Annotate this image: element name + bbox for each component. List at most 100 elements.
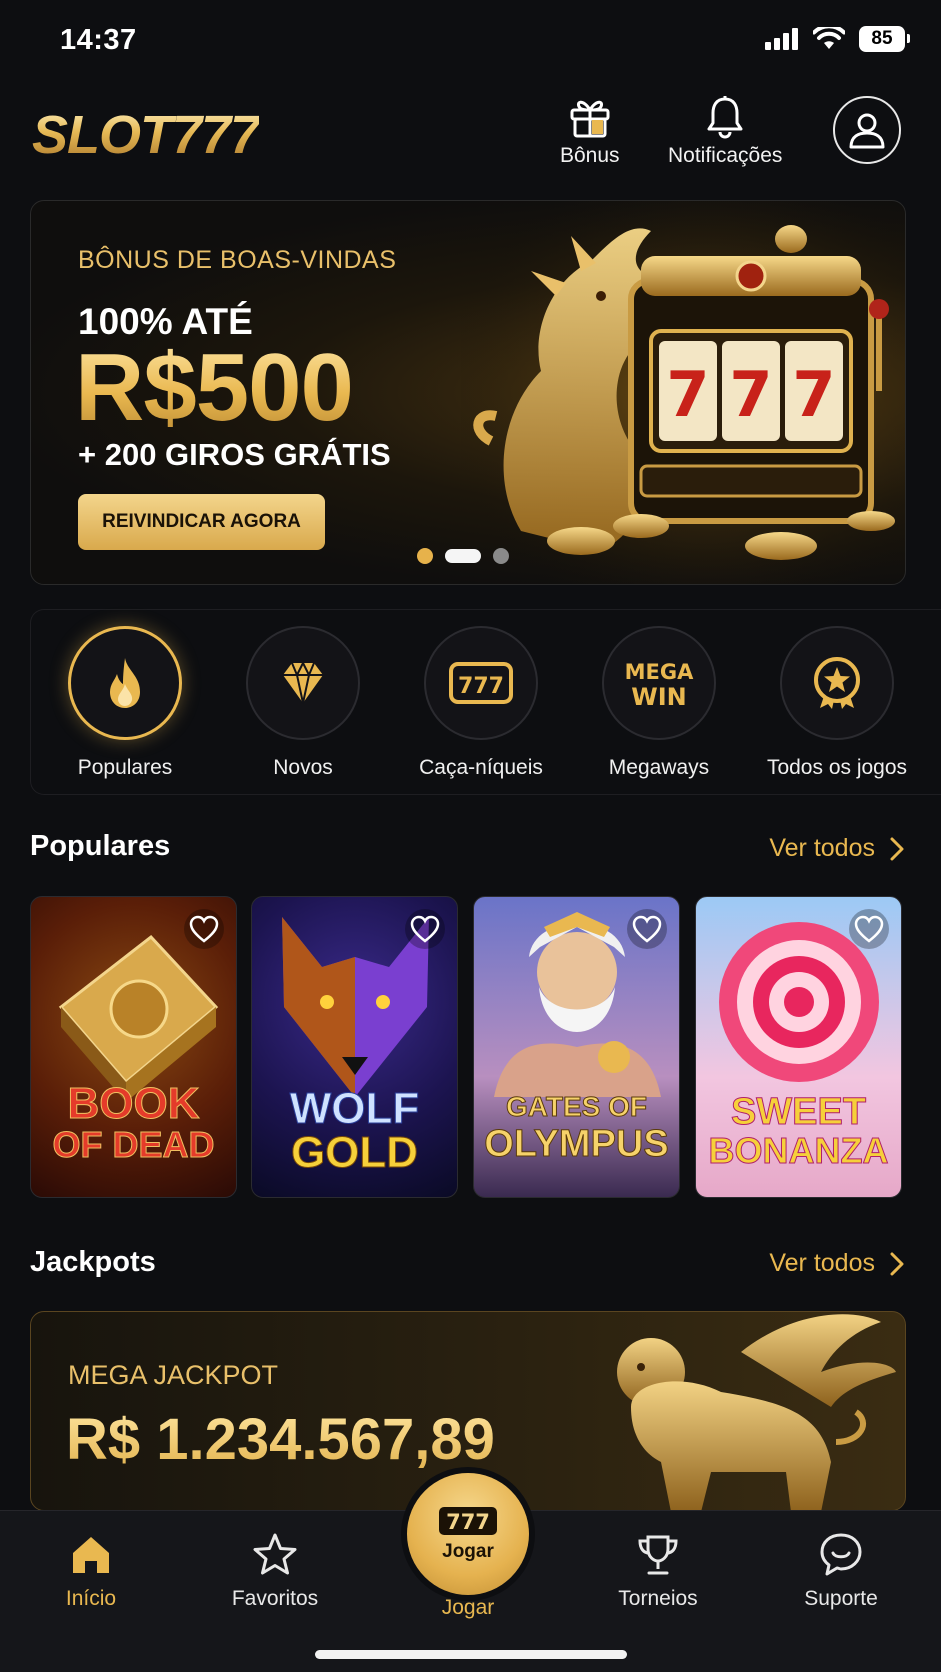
banner-kicker: BÔNUS DE BOAS-VINDAS bbox=[78, 246, 397, 274]
favorite-button[interactable] bbox=[849, 909, 889, 949]
griffin-statue-illustration bbox=[617, 1314, 896, 1510]
jackpot-value: R$ 1.234.567,89 bbox=[66, 1407, 495, 1472]
flame-icon bbox=[110, 658, 140, 708]
category-todos-os-jogos[interactable]: Todos os jogos bbox=[747, 626, 927, 780]
game-title-top: WOLF bbox=[289, 1084, 420, 1133]
popular-see-all-link[interactable]: Ver todos bbox=[769, 834, 905, 863]
favorite-button[interactable] bbox=[627, 909, 667, 949]
game-title-bottom: GOLD bbox=[290, 1128, 419, 1177]
category-label: Megaways bbox=[608, 756, 710, 779]
wifi-icon bbox=[813, 27, 845, 49]
gift-icon bbox=[570, 100, 610, 138]
heart-icon bbox=[854, 915, 884, 943]
slot-777-icon: 777 bbox=[439, 1507, 497, 1535]
banner-pagination[interactable] bbox=[417, 548, 509, 564]
category-label: Todos os jogos bbox=[766, 756, 908, 779]
game-title-top: SWEET bbox=[730, 1091, 867, 1133]
battery-indicator: 85 bbox=[859, 26, 910, 52]
popular-games-row: BOOK OF DEAD WOLF GOLD GATES OF OLYMPUS … bbox=[30, 896, 941, 1198]
game-card-book-of-dead[interactable]: BOOK OF DEAD bbox=[30, 896, 237, 1198]
heart-icon bbox=[632, 915, 662, 943]
game-title-bottom: BONANZA bbox=[708, 1130, 889, 1171]
home-icon bbox=[73, 1537, 109, 1573]
bonus-label: Bônus bbox=[560, 144, 620, 167]
tab-torneios[interactable]: Torneios bbox=[588, 1531, 728, 1611]
game-card-wolf-gold[interactable]: WOLF GOLD bbox=[251, 896, 458, 1198]
user-icon bbox=[849, 113, 885, 149]
notifications-label: Notificações bbox=[668, 144, 783, 167]
jackpots-section-title: Jackpots bbox=[30, 1246, 156, 1278]
category-label: Caça-níqueis bbox=[419, 756, 543, 779]
signal-icon bbox=[765, 28, 798, 50]
brand-logo[interactable]: SLOT777 bbox=[32, 104, 260, 166]
slot-icon-text: 777 bbox=[458, 674, 504, 699]
banner-free-spins: + 200 GIROS GRÁTIS bbox=[78, 437, 391, 472]
heart-icon bbox=[410, 915, 440, 943]
category-label: Populares bbox=[77, 756, 173, 779]
play-fab-button[interactable]: 777 Jogar bbox=[407, 1473, 529, 1595]
dragon-slot-machine-illustration: 7 7 7 bbox=[461, 201, 905, 584]
see-all-label: Ver todos bbox=[769, 1249, 875, 1277]
game-card-gates-of-olympus[interactable]: GATES OF OLYMPUS bbox=[473, 896, 680, 1198]
status-icons: 85 bbox=[765, 26, 910, 52]
pagination-dot[interactable] bbox=[493, 548, 509, 564]
star-badge-icon bbox=[814, 657, 860, 709]
mega-win-icon: MEGA WIN bbox=[625, 660, 694, 711]
category-label: Novos bbox=[273, 756, 333, 779]
status-time: 14:37 bbox=[60, 24, 137, 56]
bell-icon bbox=[707, 96, 743, 139]
star-icon bbox=[253, 1533, 297, 1575]
category-caca-niqueis[interactable]: 777 Caça-níqueis bbox=[391, 626, 571, 780]
notifications-button[interactable]: Notificações bbox=[668, 94, 782, 168]
banner-amount: R$500 bbox=[75, 334, 354, 441]
mega-icon-text: MEGA bbox=[625, 660, 694, 684]
tab-label: Torneios bbox=[618, 1587, 698, 1610]
heart-icon bbox=[189, 915, 219, 943]
jackpot-label: MEGA JACKPOT bbox=[68, 1360, 279, 1390]
category-icon-wrap: MEGA WIN bbox=[602, 626, 716, 740]
category-megaways[interactable]: MEGA WIN Megaways bbox=[569, 626, 749, 780]
svg-text:7: 7 bbox=[792, 358, 835, 431]
play-fab-label: Jogar bbox=[442, 1541, 494, 1562]
tab-favoritos[interactable]: Favoritos bbox=[205, 1531, 345, 1611]
profile-button[interactable] bbox=[833, 96, 901, 164]
fab-reels-text: 777 bbox=[446, 1510, 490, 1534]
favorite-button[interactable] bbox=[405, 909, 445, 949]
tab-inicio[interactable]: Início bbox=[21, 1531, 161, 1611]
category-populares[interactable]: Populares bbox=[35, 626, 215, 780]
favorite-button[interactable] bbox=[184, 909, 224, 949]
claim-bonus-button[interactable]: REIVINDICAR AGORA bbox=[78, 494, 325, 550]
game-title-top: GATES OF bbox=[505, 1091, 648, 1122]
pagination-dot[interactable] bbox=[417, 548, 433, 564]
svg-text:7: 7 bbox=[666, 358, 709, 431]
jackpots-see-all-link[interactable]: Ver todos bbox=[769, 1249, 905, 1278]
chevron-right-icon bbox=[890, 1252, 904, 1275]
category-carousel: Populares Novos 777 Caça-níqueis MEGA WI… bbox=[30, 609, 941, 795]
category-novos[interactable]: Novos bbox=[213, 626, 393, 780]
pagination-dot-active[interactable] bbox=[445, 549, 481, 563]
game-card-sweet-bonanza[interactable]: SWEET BONANZA bbox=[695, 896, 902, 1198]
see-all-label: Ver todos bbox=[769, 834, 875, 862]
win-icon-text: WIN bbox=[631, 683, 687, 711]
status-bar: 14:37 85 bbox=[0, 0, 941, 86]
welcome-bonus-banner[interactable]: 7 7 7 BÔNUS DE BOAS-VINDAS 100% ATÉ R$50… bbox=[30, 200, 906, 585]
tab-jogar-label[interactable]: Jogar bbox=[408, 1596, 528, 1620]
diamond-icon bbox=[283, 660, 323, 704]
bonus-button[interactable]: Bônus bbox=[560, 94, 620, 168]
popular-section-title: Populares bbox=[30, 830, 171, 862]
category-icon-wrap bbox=[68, 626, 182, 740]
chat-support-icon bbox=[820, 1533, 862, 1576]
svg-text:7: 7 bbox=[729, 358, 772, 431]
tab-suporte[interactable]: Suporte bbox=[771, 1531, 911, 1611]
tab-label: Início bbox=[65, 1587, 117, 1610]
chevron-right-icon bbox=[890, 837, 904, 860]
category-icon-wrap: 777 bbox=[424, 626, 538, 740]
home-indicator[interactable] bbox=[315, 1650, 627, 1659]
category-icon-wrap bbox=[780, 626, 894, 740]
game-title-bottom: OF DEAD bbox=[52, 1124, 215, 1165]
trophy-icon bbox=[638, 1535, 678, 1575]
game-title-bottom: OLYMPUS bbox=[484, 1123, 669, 1165]
tab-label: Suporte bbox=[804, 1587, 878, 1610]
game-title-top: BOOK bbox=[67, 1079, 200, 1128]
category-icon-wrap bbox=[246, 626, 360, 740]
